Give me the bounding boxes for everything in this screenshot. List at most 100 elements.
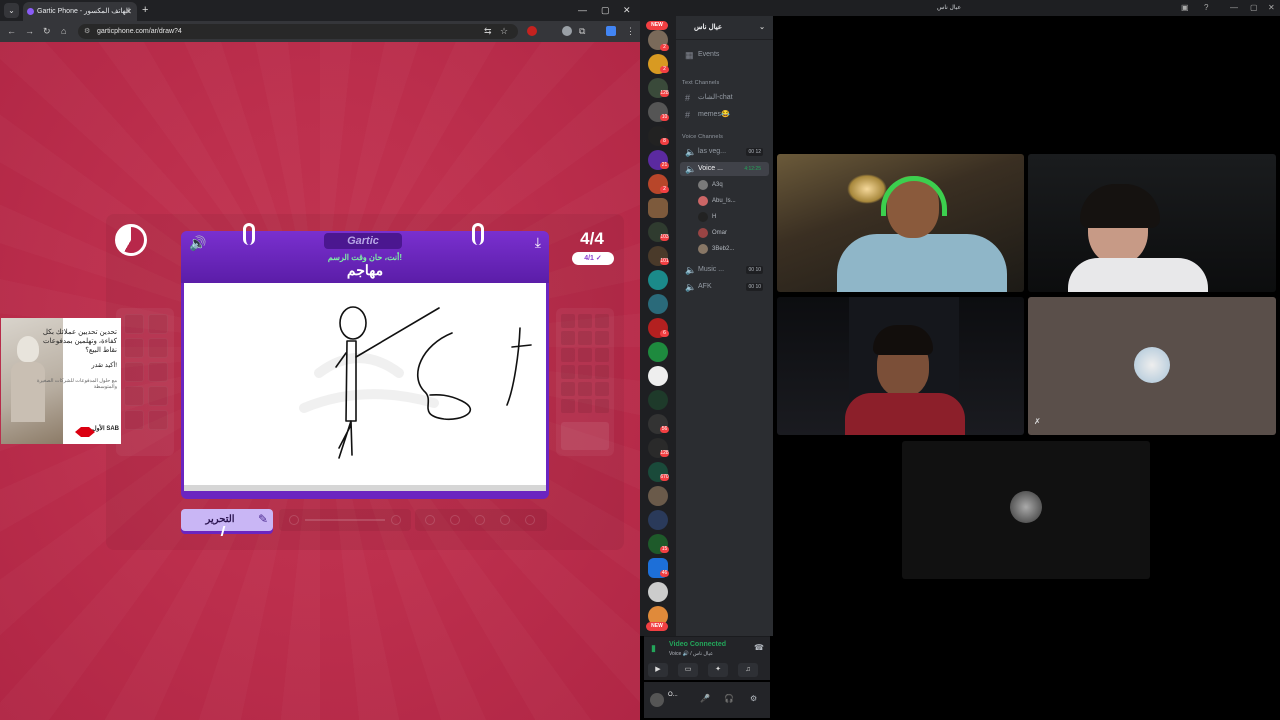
bookmark-star-icon[interactable]: ☆ — [500, 24, 508, 38]
color-swatch[interactable] — [595, 314, 609, 328]
soundboard-button[interactable]: ♫ — [738, 663, 758, 677]
download-icon[interactable]: ⤓ — [535, 234, 541, 251]
help-icon[interactable]: ? — [1204, 3, 1208, 12]
inbox-icon[interactable]: ▣ — [1181, 3, 1189, 12]
voice-member[interactable]: 3Beb2... — [698, 242, 770, 256]
channel-chat[interactable]: # الشات-chat — [680, 91, 769, 105]
voice-channel-music[interactable]: 🔈 Music ... 00 10 — [680, 263, 769, 277]
thickness-slider[interactable] — [279, 509, 411, 531]
screen-share-button[interactable]: ▭ — [678, 663, 698, 677]
profile-icon[interactable] — [606, 26, 616, 36]
voice-member[interactable]: A3q — [698, 178, 770, 192]
color-swatch[interactable] — [578, 365, 592, 379]
voice-channel-path[interactable]: Voice 🔊 / عيال ناس — [669, 651, 713, 657]
opacity-option[interactable] — [425, 515, 435, 525]
new-tab-button[interactable]: + — [142, 2, 148, 18]
drawing-canvas[interactable] — [184, 283, 546, 491]
server-icon[interactable] — [648, 510, 668, 530]
undo-tool-icon[interactable] — [148, 410, 168, 430]
rect-tool-icon[interactable] — [148, 338, 168, 358]
home-icon[interactable]: ⌂ — [61, 24, 66, 38]
color-swatch[interactable] — [595, 331, 609, 345]
microphone-icon[interactable]: 🎤 — [700, 694, 710, 703]
channel-memes[interactable]: # memes😂 — [680, 108, 769, 122]
color-swatch[interactable] — [561, 331, 575, 345]
video-tile[interactable] — [777, 297, 1024, 435]
voice-member[interactable]: Abu_Is... — [698, 194, 770, 208]
color-swatch[interactable] — [578, 382, 592, 396]
voice-member[interactable]: Omar — [698, 226, 770, 240]
voice-channels-category[interactable]: Voice Channels — [682, 134, 723, 140]
camera-button[interactable]: ▶ — [648, 663, 668, 677]
opacity-option[interactable] — [450, 515, 460, 525]
minimize-button[interactable]: — — [578, 3, 587, 17]
color-swatch[interactable] — [561, 399, 575, 413]
extensions-puzzle-icon[interactable]: ⧉ — [579, 24, 585, 38]
menu-kebab-icon[interactable]: ⋮ — [626, 24, 635, 38]
video-tile-avatar[interactable]: ✗ — [1028, 297, 1276, 435]
video-tile[interactable] — [777, 154, 1024, 292]
color-swatch[interactable] — [595, 382, 609, 396]
color-swatch[interactable] — [561, 382, 575, 396]
text-channels-category[interactable]: Text Channels — [682, 80, 719, 86]
close-tab-icon[interactable]: ✕ — [125, 2, 132, 21]
server-icon[interactable] — [648, 342, 668, 362]
extension-icon[interactable] — [527, 26, 537, 36]
video-tile[interactable] — [1028, 154, 1276, 292]
headphones-icon[interactable]: 🎧 — [724, 694, 734, 703]
advertisement[interactable]: تحدين تحديين عملائك بكل كفاءة، وتهلمين ب… — [1, 318, 121, 444]
server-icon[interactable] — [648, 366, 668, 386]
slider-track[interactable] — [305, 519, 385, 521]
server-icon[interactable] — [648, 294, 668, 314]
bucket-tool-icon[interactable] — [124, 410, 144, 430]
color-swatch[interactable] — [561, 365, 575, 379]
sound-icon[interactable]: 🔊 — [189, 235, 206, 252]
filled-rect-tool-icon[interactable] — [148, 362, 168, 382]
translate-icon[interactable]: ⇆ — [484, 24, 492, 38]
color-swatch[interactable] — [595, 365, 609, 379]
server-header[interactable]: عيال ناس ⌄ — [676, 16, 773, 40]
settings-gear-icon[interactable]: ⚙ — [750, 694, 757, 703]
server-icon[interactable] — [648, 390, 668, 410]
activities-button[interactable]: ✦ — [708, 663, 728, 677]
opacity-option[interactable] — [500, 515, 510, 525]
eraser-tool-icon[interactable] — [124, 386, 144, 406]
color-swatch[interactable] — [578, 399, 592, 413]
site-info-icon[interactable]: ⚙ — [84, 24, 90, 39]
color-swatch[interactable] — [561, 314, 575, 328]
color-swatch[interactable] — [595, 399, 609, 413]
maximize-icon[interactable]: ▢ — [1250, 3, 1258, 12]
tab-search-icon[interactable]: ⌄ — [4, 3, 19, 18]
forward-arrow-icon[interactable]: → — [25, 24, 34, 38]
server-icon[interactable] — [648, 198, 668, 218]
pencil-tool-icon[interactable] — [148, 314, 168, 334]
voice-member[interactable]: H — [698, 210, 770, 224]
back-arrow-icon[interactable]: ← — [7, 24, 16, 38]
video-tile-avatar[interactable] — [902, 441, 1150, 579]
extension-2-icon[interactable] — [562, 26, 572, 36]
signal-icon[interactable]: ▮ — [651, 643, 656, 654]
reload-icon[interactable]: ↻ — [43, 24, 51, 38]
events-item[interactable]: ▦ Events — [680, 48, 769, 62]
line-tool-icon[interactable] — [148, 386, 168, 406]
tab-gartic[interactable]: Gartic Phone - الهاتف المكسور ✕ — [23, 2, 137, 21]
color-swatch[interactable] — [578, 348, 592, 362]
opacity-option[interactable] — [475, 515, 485, 525]
user-avatar[interactable] — [650, 693, 664, 707]
server-icon[interactable] — [648, 582, 668, 602]
close-icon[interactable]: ✕ — [1268, 3, 1275, 12]
voice-channel-active[interactable]: 🔈 Voice ... 4:12:25 — [680, 162, 769, 176]
color-swatch[interactable] — [578, 331, 592, 345]
close-window-button[interactable]: ✕ — [623, 3, 631, 17]
address-bar[interactable]: ⚙ garticphone.com/ar/draw?4 — [78, 24, 518, 39]
selected-color[interactable] — [561, 422, 609, 450]
color-swatch[interactable] — [595, 348, 609, 362]
disconnect-icon[interactable]: ☎ — [754, 643, 764, 652]
maximize-button[interactable]: ▢ — [601, 3, 610, 17]
server-icon[interactable] — [648, 270, 668, 290]
voice-channel-afk[interactable]: 🔈 AFK 00 10 — [680, 280, 769, 294]
ellipse-tool-icon[interactable] — [124, 338, 144, 358]
filled-ellipse-tool-icon[interactable] — [124, 362, 144, 382]
minimize-icon[interactable]: — — [1230, 3, 1238, 12]
voice-channel-las-vegas[interactable]: 🔈 las veg... 00 12 — [680, 145, 769, 159]
